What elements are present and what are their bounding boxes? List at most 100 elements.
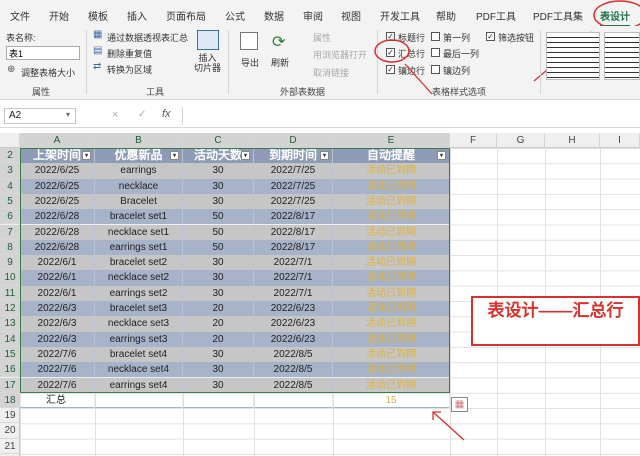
table-cell[interactable]: 2022/7/6 [20,346,95,363]
select-all-corner[interactable] [0,133,20,148]
table-cell[interactable]: 30 [183,178,254,194]
table-cell[interactable]: 20 [183,331,254,347]
table-cell[interactable]: necklace set4 [95,362,183,378]
table-cell[interactable]: 2022/6/3 [20,301,95,317]
table-header-3[interactable]: 活动天数 ▾ [183,148,254,164]
table-cell[interactable]: 50 [183,209,254,225]
table-cell[interactable]: 活动已到期 [333,224,450,240]
menu-review[interactable]: 审阅 [303,8,323,23]
menu-view[interactable]: 视图 [341,8,361,23]
row-header-10[interactable]: 10 [0,270,20,286]
table-cell[interactable]: 30 [183,346,254,363]
table-cell[interactable]: 2022/6/1 [20,255,95,271]
table-cell[interactable]: 2022/7/1 [254,270,333,286]
table-cell[interactable]: 活动已到期 [333,346,450,363]
row-header-14[interactable]: 14 [0,331,20,347]
table-cell[interactable]: 活动已到期 [333,178,450,194]
table-cell[interactable]: 30 [183,377,254,393]
pivot-summary-button[interactable]: 通过数据透视表汇总 [107,31,188,44]
menu-formulas[interactable]: 公式 [225,8,245,23]
column-header-i[interactable]: I [600,133,640,148]
row-header-11[interactable]: 11 [0,285,20,301]
insert-slicer-button[interactable]: 插入 切片器 [194,53,221,73]
table-cell[interactable]: 2022/6/1 [20,285,95,301]
remove-duplicates-button[interactable]: 删除重复值 [107,47,152,60]
table-cell[interactable]: 汇总 [20,392,95,409]
table-cell[interactable]: 2022/6/3 [20,316,95,332]
table-cell[interactable]: 活动已到期 [333,255,450,271]
table-cell[interactable]: 2022/6/28 [20,239,95,256]
table-cell[interactable]: 2022/7/6 [20,362,95,378]
menu-pdf-toolset[interactable]: PDF工具集 [533,8,583,23]
table-cell[interactable]: necklace [95,178,183,194]
menu-template[interactable]: 模板 [88,8,108,23]
table-cell[interactable]: 2022/7/1 [254,255,333,271]
column-header-a[interactable]: A [20,133,95,148]
table-cell[interactable]: 20 [183,301,254,317]
row-header-17[interactable]: 17 [0,377,20,393]
table-cell[interactable]: 活动已到期 [333,301,450,317]
row-header-12[interactable]: 12 [0,301,20,317]
open-in-browser-button[interactable]: 用浏览器打开 [313,48,367,61]
chevron-down-icon[interactable]: ▾ [66,110,70,119]
column-header-h[interactable]: H [545,133,600,148]
table-style-preview-1[interactable] [546,32,600,80]
filter-dropdown-icon[interactable]: ▾ [170,151,179,160]
row-header-19[interactable]: 19 [0,408,20,424]
table-cell[interactable]: bracelet set4 [95,346,183,363]
table-header-4[interactable]: 到期时间 ▾ [254,148,333,164]
filter-dropdown-icon[interactable]: ▾ [320,151,329,160]
properties-button[interactable]: 属性 [313,31,331,44]
table-cell[interactable]: 30 [183,163,254,179]
table-cell[interactable] [95,392,183,409]
table-cell[interactable]: 活动已到期 [333,362,450,378]
menu-data[interactable]: 数据 [264,8,284,23]
table-cell[interactable]: 15 [333,392,450,409]
table-cell[interactable]: 活动已到期 [333,316,450,332]
table-cell[interactable]: 2022/7/6 [20,377,95,393]
table-cell[interactable]: necklace set3 [95,316,183,332]
table-cell[interactable]: 活动已到期 [333,285,450,301]
table-cell[interactable]: earrings set3 [95,331,183,347]
menu-home[interactable]: 开始 [49,8,69,23]
table-cell[interactable]: 30 [183,255,254,271]
table-header-5[interactable]: 自动提醒 ▾ [333,148,450,164]
table-cell[interactable]: 活动已到期 [333,209,450,225]
row-header-13[interactable]: 13 [0,316,20,332]
menu-page-layout[interactable]: 页面布局 [166,8,206,23]
table-cell[interactable]: 2022/6/28 [20,224,95,240]
table-cell[interactable]: 30 [183,285,254,301]
row-header-3[interactable]: 3 [0,163,20,179]
table-cell[interactable]: 2022/6/25 [20,163,95,179]
table-cell[interactable]: bracelet set3 [95,301,183,317]
table-cell[interactable]: 2022/6/25 [20,193,95,210]
filter-dropdown-icon[interactable]: ▾ [437,151,446,160]
menu-file[interactable]: 文件 [10,8,30,23]
column-header-b[interactable]: B [95,133,183,148]
table-cell[interactable]: 50 [183,239,254,256]
table-cell[interactable]: necklace set2 [95,270,183,286]
table-cell[interactable]: 2022/6/23 [254,331,333,347]
table-cell[interactable]: 2022/7/25 [254,193,333,210]
table-cell[interactable]: earrings [95,163,183,179]
row-header-8[interactable]: 8 [0,239,20,256]
column-header-e[interactable]: E [333,133,450,148]
table-cell[interactable]: earrings set1 [95,239,183,256]
table-cell[interactable]: 2022/6/23 [254,301,333,317]
row-header-6[interactable]: 6 [0,209,20,225]
banded-rows-checkbox[interactable]: ✓ [386,65,395,74]
row-header-5[interactable]: 5 [0,193,20,210]
row-header-15[interactable]: 15 [0,346,20,363]
table-cell[interactable]: 2022/6/25 [20,178,95,194]
table-cell[interactable]: 活动已到期 [333,331,450,347]
table-cell[interactable]: 2022/6/23 [254,316,333,332]
table-cell[interactable]: necklace set1 [95,224,183,240]
convert-to-range-button[interactable]: 转换为区域 [107,63,152,76]
table-cell[interactable]: 活动已到期 [333,377,450,393]
table-header-2[interactable]: 优惠新品 ▾ [95,148,183,164]
table-style-preview-2[interactable] [604,32,640,80]
row-header-2[interactable]: 2 [0,148,20,164]
function-icon[interactable]: fx [162,108,171,120]
table-cell[interactable]: 2022/8/17 [254,224,333,240]
table-cell[interactable] [254,392,333,409]
